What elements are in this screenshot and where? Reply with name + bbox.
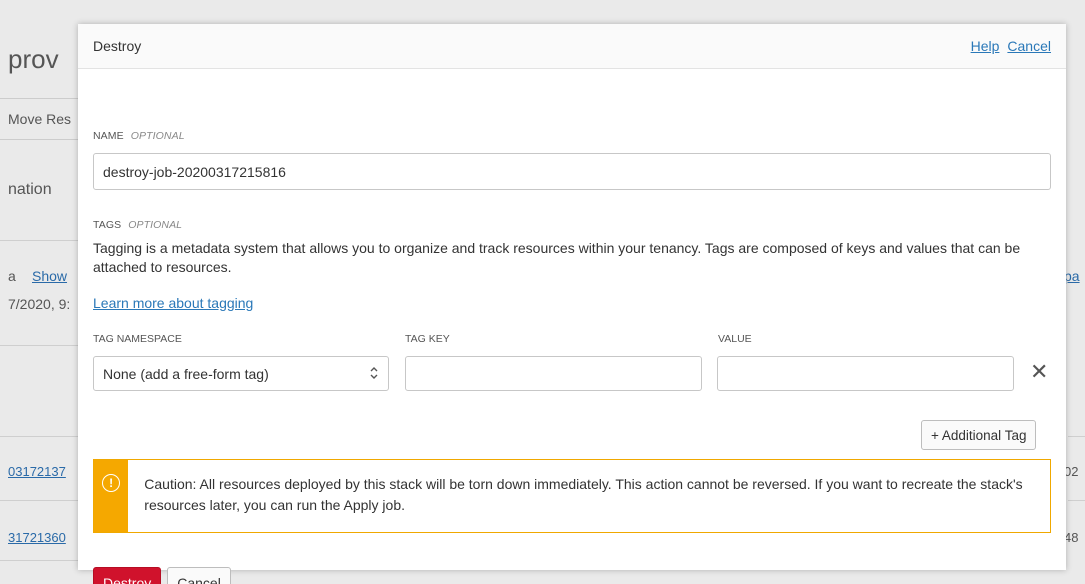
select-arrows-icon [369, 366, 379, 382]
background-divider [1068, 436, 1085, 437]
background-right-value-1: 02 [1064, 464, 1079, 479]
background-move-button: Move Res [8, 111, 72, 127]
background-date: 7/2020, 9: [8, 296, 71, 312]
tags-label-text: TAGS [93, 219, 122, 231]
dialog-footer: Destroy Cancel [93, 567, 231, 584]
tag-namespace-select[interactable]: None (add a free-form tag) [93, 356, 389, 391]
name-optional-tag: OPTIONAL [130, 130, 185, 142]
cancel-button[interactable]: Cancel [167, 567, 231, 584]
background-job-id-2: 31721360 [8, 530, 66, 545]
dialog-title: Destroy [93, 38, 142, 54]
tags-label: TAGS OPTIONAL [93, 219, 182, 231]
remove-tag-icon[interactable]: ✕ [1030, 361, 1048, 383]
help-link[interactable]: Help [971, 38, 1000, 54]
background-divider [0, 345, 78, 346]
additional-tag-button[interactable]: + Additional Tag [921, 420, 1037, 450]
tags-optional-tag: OPTIONAL [128, 219, 183, 231]
background-right-value-2: 48 [1064, 530, 1079, 545]
background-divider [1068, 500, 1085, 501]
background-show-link: Show [32, 268, 68, 284]
warning-icon: ! [102, 474, 121, 492]
tag-namespace-selected: None (add a free-form tag) [103, 365, 269, 382]
background-job-id-1: 03172137 [8, 464, 66, 479]
header-cancel-link[interactable]: Cancel [1007, 38, 1051, 54]
background-meta-prefix: a [8, 268, 16, 284]
name-label: NAME OPTIONAL [93, 130, 185, 142]
name-label-text: NAME [93, 130, 124, 142]
background-divider [0, 560, 78, 561]
tags-description: Tagging is a metadata system that allows… [93, 240, 1021, 275]
tag-namespace-label: TAG NAMESPACE [93, 333, 182, 345]
tag-value-input[interactable] [717, 356, 1014, 391]
background-right-link: pa [1064, 268, 1080, 284]
caution-icon-column: ! [94, 460, 129, 532]
learn-more-tagging-link[interactable]: Learn more about tagging [93, 295, 253, 311]
dialog-header: Destroy Help Cancel [78, 24, 1066, 69]
background-divider [0, 240, 78, 241]
tag-value-label: VALUE [718, 333, 752, 345]
background-divider [0, 500, 78, 501]
background-divider [0, 436, 78, 437]
caution-text: Caution: All resources deployed by this … [144, 476, 1023, 513]
background-tab: nation [8, 181, 52, 198]
background-page-title: prov [8, 44, 59, 74]
caution-alert: ! Caution: All resources deployed by thi… [93, 459, 1051, 533]
tag-key-input[interactable] [405, 356, 702, 391]
tag-key-label: TAG KEY [405, 333, 450, 345]
name-input[interactable] [93, 153, 1051, 190]
destroy-button[interactable]: Destroy [93, 567, 162, 584]
destroy-dialog: Destroy Help Cancel NAME OPTIONAL TAGS O… [78, 24, 1066, 584]
